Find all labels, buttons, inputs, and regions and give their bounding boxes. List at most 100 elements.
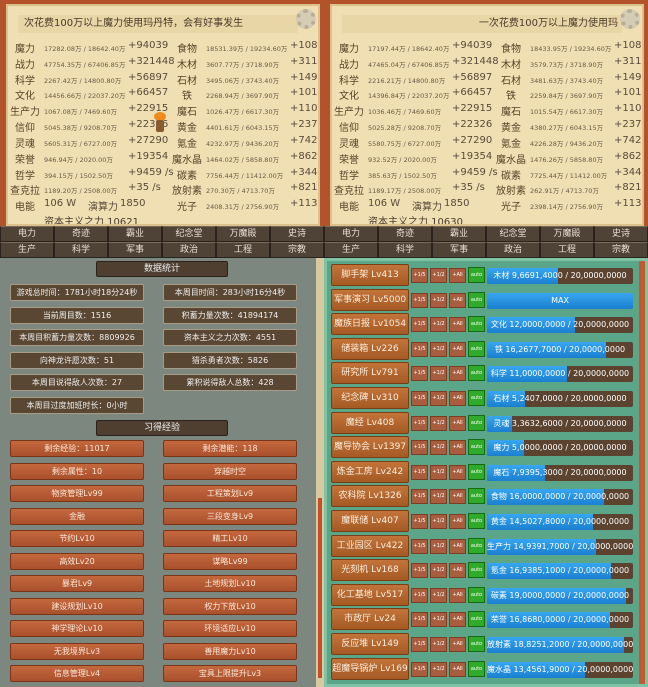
tab-纪念堂[interactable]: 纪念堂 bbox=[486, 226, 540, 242]
upgrade-half-button[interactable]: +1/2 bbox=[430, 464, 447, 480]
upgrade-all-button[interactable]: +All bbox=[449, 292, 466, 308]
upgrade-all-button[interactable]: +All bbox=[449, 268, 466, 283]
upgrade-half-button[interactable]: +1/2 bbox=[430, 514, 447, 529]
gear-icon[interactable] bbox=[620, 9, 640, 29]
skill-button[interactable]: 土地规划Lv10 bbox=[163, 575, 297, 592]
skill-button[interactable]: 高效Lv20 bbox=[10, 552, 144, 570]
tab-工程[interactable]: 工程 bbox=[216, 242, 270, 258]
skill-button[interactable]: 剩余属性：10 bbox=[10, 462, 144, 480]
skill-button[interactable]: 建设规划Lv10 bbox=[10, 597, 144, 615]
auto-button[interactable]: auto bbox=[468, 513, 485, 529]
building-name-button[interactable]: 纪念碑 Lv310 bbox=[331, 387, 409, 409]
upgrade-fifth-button[interactable]: +1/5 bbox=[411, 292, 428, 308]
tab-史诗[interactable]: 史诗 bbox=[270, 226, 324, 242]
upgrade-half-button[interactable]: +1/2 bbox=[430, 341, 447, 357]
auto-button[interactable]: auto bbox=[468, 365, 485, 382]
upgrade-fifth-button[interactable]: +1/5 bbox=[411, 637, 428, 652]
auto-button[interactable]: auto bbox=[468, 537, 485, 554]
upgrade-all-button[interactable]: +All bbox=[449, 538, 466, 554]
tab-电力[interactable]: 电力 bbox=[0, 226, 54, 242]
upgrade-all-button[interactable]: +All bbox=[449, 612, 466, 628]
skill-button[interactable]: 三段变身Lv9 bbox=[163, 507, 297, 525]
building-name-button[interactable]: 研究所 Lv791 bbox=[331, 362, 409, 385]
upgrade-fifth-button[interactable]: +1/5 bbox=[411, 341, 428, 357]
upgrade-half-button[interactable]: +1/2 bbox=[430, 661, 447, 677]
skill-button[interactable]: 神学理论Lv10 bbox=[10, 620, 144, 637]
upgrade-all-button[interactable]: +All bbox=[449, 440, 466, 456]
upgrade-half-button[interactable]: +1/2 bbox=[430, 317, 447, 333]
auto-button[interactable]: auto bbox=[468, 390, 485, 406]
skill-button[interactable]: 环境适应Lv10 bbox=[163, 620, 297, 637]
auto-button[interactable]: auto bbox=[468, 586, 485, 603]
building-name-button[interactable]: 脚手架 Lv413 bbox=[331, 264, 409, 286]
building-name-button[interactable]: 军事演习 Lv5000 bbox=[331, 288, 409, 311]
upgrade-fifth-button[interactable]: +1/5 bbox=[411, 514, 428, 529]
tab-政治[interactable]: 政治 bbox=[162, 242, 216, 258]
tab-宗教[interactable]: 宗教 bbox=[270, 242, 324, 258]
tab-宗教[interactable]: 宗教 bbox=[594, 242, 648, 258]
upgrade-fifth-button[interactable]: +1/5 bbox=[411, 440, 428, 456]
upgrade-all-button[interactable]: +All bbox=[449, 514, 466, 529]
upgrade-fifth-button[interactable]: +1/5 bbox=[411, 612, 428, 628]
upgrade-half-button[interactable]: +1/2 bbox=[430, 391, 447, 406]
tab-政治[interactable]: 政治 bbox=[486, 242, 540, 258]
upgrade-all-button[interactable]: +All bbox=[449, 587, 466, 603]
tab-万魔殿[interactable]: 万魔殿 bbox=[540, 226, 594, 242]
upgrade-half-button[interactable]: +1/2 bbox=[430, 440, 447, 456]
tab-生产[interactable]: 生产 bbox=[324, 242, 378, 258]
upgrade-half-button[interactable]: +1/2 bbox=[430, 637, 447, 652]
upgrade-fifth-button[interactable]: +1/5 bbox=[411, 415, 428, 431]
upgrade-half-button[interactable]: +1/2 bbox=[430, 538, 447, 554]
skill-button[interactable]: 物资管理Lv99 bbox=[10, 485, 144, 502]
tab-工程[interactable]: 工程 bbox=[540, 242, 594, 258]
skill-button[interactable]: 节约Lv10 bbox=[10, 530, 144, 547]
auto-button[interactable]: auto bbox=[468, 636, 485, 652]
auto-button[interactable]: auto bbox=[468, 660, 485, 677]
upgrade-half-button[interactable]: +1/2 bbox=[430, 292, 447, 308]
tab-霸业[interactable]: 霸业 bbox=[108, 226, 162, 242]
upgrade-fifth-button[interactable]: +1/5 bbox=[411, 268, 428, 283]
skill-button[interactable]: 剩余潜能：118 bbox=[163, 440, 297, 457]
auto-button[interactable]: auto bbox=[468, 611, 485, 628]
building-name-button[interactable]: 超魔导锅炉 Lv169 bbox=[331, 657, 409, 680]
building-name-button[interactable]: 炼金工房 Lv242 bbox=[331, 460, 409, 483]
upgrade-half-button[interactable]: +1/2 bbox=[430, 366, 447, 382]
upgrade-half-button[interactable]: +1/2 bbox=[430, 489, 447, 505]
skill-button[interactable]: 权力下放Lv10 bbox=[163, 597, 297, 615]
scrollbar[interactable] bbox=[639, 261, 645, 684]
auto-button[interactable]: auto bbox=[468, 316, 485, 333]
skill-button[interactable]: 谋略Lv99 bbox=[163, 552, 297, 570]
upgrade-fifth-button[interactable]: +1/5 bbox=[411, 464, 428, 480]
upgrade-all-button[interactable]: +All bbox=[449, 489, 466, 505]
building-name-button[interactable]: 工业园区 Lv422 bbox=[331, 534, 409, 557]
building-name-button[interactable]: 储装箱 Lv226 bbox=[331, 337, 409, 360]
upgrade-all-button[interactable]: +All bbox=[449, 391, 466, 406]
building-name-button[interactable]: 反应堆 Lv149 bbox=[331, 633, 409, 655]
upgrade-all-button[interactable]: +All bbox=[449, 366, 466, 382]
tab-史诗[interactable]: 史诗 bbox=[594, 226, 648, 242]
tab-奇迹[interactable]: 奇迹 bbox=[378, 226, 432, 242]
skill-button[interactable]: 穿越时空 bbox=[163, 462, 297, 480]
upgrade-fifth-button[interactable]: +1/5 bbox=[411, 538, 428, 554]
skill-button[interactable]: 金融 bbox=[10, 507, 144, 525]
upgrade-all-button[interactable]: +All bbox=[449, 661, 466, 677]
auto-button[interactable]: auto bbox=[468, 439, 485, 456]
upgrade-fifth-button[interactable]: +1/5 bbox=[411, 661, 428, 677]
tab-电力[interactable]: 电力 bbox=[324, 226, 378, 242]
building-name-button[interactable]: 魔族日报 Lv1054 bbox=[331, 313, 409, 336]
skill-button[interactable]: 精工Lv10 bbox=[163, 530, 297, 547]
upgrade-half-button[interactable]: +1/2 bbox=[430, 563, 447, 579]
upgrade-all-button[interactable]: +All bbox=[449, 563, 466, 579]
upgrade-fifth-button[interactable]: +1/5 bbox=[411, 563, 428, 579]
upgrade-all-button[interactable]: +All bbox=[449, 341, 466, 357]
auto-button[interactable]: auto bbox=[468, 488, 485, 505]
upgrade-fifth-button[interactable]: +1/5 bbox=[411, 489, 428, 505]
upgrade-all-button[interactable]: +All bbox=[449, 415, 466, 431]
building-name-button[interactable]: 化工基地 Lv517 bbox=[331, 583, 409, 606]
upgrade-fifth-button[interactable]: +1/5 bbox=[411, 391, 428, 406]
upgrade-fifth-button[interactable]: +1/5 bbox=[411, 317, 428, 333]
auto-button[interactable]: auto bbox=[468, 463, 485, 480]
tab-生产[interactable]: 生产 bbox=[0, 242, 54, 258]
building-name-button[interactable]: 农科院 Lv1326 bbox=[331, 485, 409, 508]
auto-button[interactable]: auto bbox=[468, 267, 485, 283]
